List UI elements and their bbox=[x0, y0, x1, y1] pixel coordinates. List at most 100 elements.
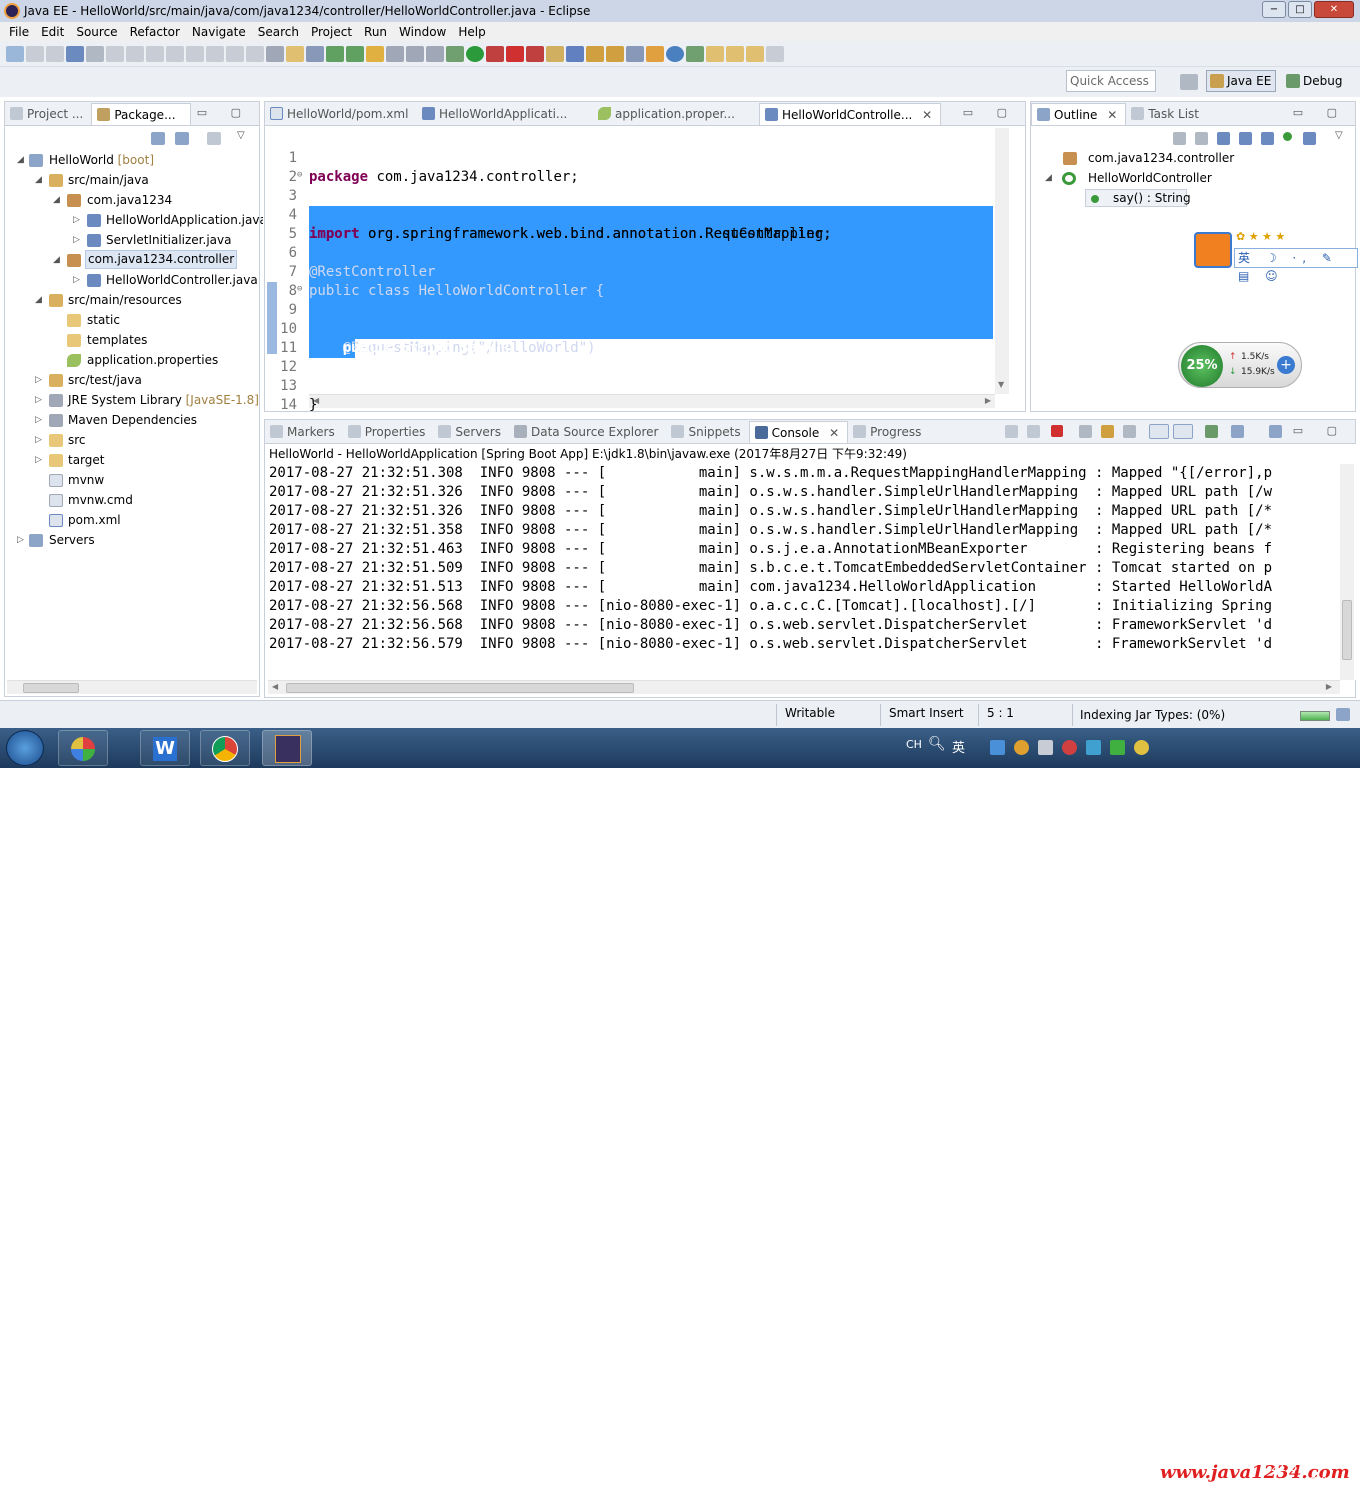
menu-window[interactable]: Window bbox=[393, 25, 452, 39]
minimize-button[interactable]: − bbox=[1262, 1, 1286, 18]
skip-breakpoints-icon[interactable] bbox=[106, 45, 124, 62]
open-web-browser-icon[interactable] bbox=[326, 45, 344, 62]
collapsed-arrow-icon[interactable]: ▷ bbox=[17, 530, 24, 550]
panel-minmax-icon[interactable]: ▭ ▢ bbox=[1293, 424, 1347, 437]
tree-item-src-test-java[interactable]: ▷ src/test/java bbox=[5, 370, 263, 390]
start-button[interactable] bbox=[6, 730, 44, 766]
tree-item-helloworldapplication[interactable]: ▷ HelloWorldApplication.java bbox=[5, 210, 263, 230]
hide-static-icon[interactable] bbox=[1261, 132, 1274, 145]
tab-progress[interactable]: Progress bbox=[848, 421, 929, 443]
menu-navigate[interactable]: Navigate bbox=[186, 25, 252, 39]
tab-console[interactable]: Console ✕ bbox=[748, 421, 849, 443]
tree-item-mvnw-cmd[interactable]: mvnw.cmd bbox=[5, 490, 263, 510]
expanded-arrow-icon[interactable]: ◢ bbox=[1045, 168, 1052, 188]
tree-item-servletinitializer[interactable]: ▷ ServletInitializer.java bbox=[5, 230, 263, 250]
step-into-icon[interactable] bbox=[206, 45, 224, 62]
taskbar-app-chrome[interactable] bbox=[200, 730, 250, 766]
tab-helloworldcontroller[interactable]: HelloWorldControlle... ✕ bbox=[759, 103, 941, 125]
collapsed-arrow-icon[interactable]: ▷ bbox=[35, 450, 42, 470]
scrollbar-thumb[interactable] bbox=[1342, 600, 1352, 660]
tray-network-icon[interactable] bbox=[1086, 740, 1101, 755]
save-all-icon[interactable] bbox=[46, 45, 64, 62]
explorer-horizontal-scrollbar[interactable] bbox=[7, 680, 257, 694]
code-editor[interactable]: 1 package com.java1234.controller; 2 3 ⊖… bbox=[266, 130, 993, 413]
scroll-down-icon[interactable]: ▼ bbox=[998, 380, 1004, 389]
panel-minmax-icon[interactable]: ▭ ▢ bbox=[197, 106, 251, 119]
pin-icon[interactable] bbox=[766, 45, 784, 62]
server-icon[interactable] bbox=[86, 45, 104, 62]
collapsed-arrow-icon[interactable]: ▷ bbox=[35, 370, 42, 390]
tab-package-explorer[interactable]: Package... bbox=[91, 103, 191, 125]
sort-icon[interactable] bbox=[1217, 132, 1230, 145]
collapsed-arrow-icon[interactable]: ▷ bbox=[35, 430, 42, 450]
tab-application-properties[interactable]: application.proper... bbox=[593, 103, 759, 125]
folder-icon[interactable] bbox=[646, 45, 664, 62]
tray-ime[interactable]: 英 bbox=[952, 737, 965, 756]
close-tab-icon[interactable]: ✕ bbox=[1107, 108, 1117, 122]
collapsed-arrow-icon[interactable]: ▷ bbox=[73, 210, 80, 230]
save-icon[interactable] bbox=[26, 45, 44, 62]
collapsed-arrow-icon[interactable]: ▷ bbox=[35, 410, 42, 430]
collapsed-arrow-icon[interactable]: ▷ bbox=[73, 270, 80, 290]
fold-icon[interactable]: ⊖ bbox=[297, 166, 302, 185]
open-type-icon[interactable] bbox=[346, 45, 364, 62]
tree-item-static[interactable]: static bbox=[5, 310, 263, 330]
ime-toolbar[interactable]: 英 ☽ ·, ✎ ▤ ☺ bbox=[1234, 248, 1358, 283]
open-perspective-icon[interactable] bbox=[1180, 74, 1198, 90]
tray-language[interactable]: CH bbox=[906, 738, 922, 751]
tray-antivirus-icon[interactable] bbox=[1062, 740, 1077, 755]
taskbar-app-wps[interactable]: W bbox=[140, 730, 190, 766]
tab-outline[interactable]: Outline ✕ bbox=[1031, 103, 1127, 125]
system-clock[interactable]: 21:33 2017/8/27 星期日 bbox=[1238, 1459, 1338, 1507]
tray-search-icon[interactable]: 🔍︎ bbox=[928, 736, 946, 752]
outline-item-method[interactable]: say() : String bbox=[1031, 188, 1355, 208]
display-selected-console-icon[interactable] bbox=[1231, 425, 1244, 438]
word-wrap-icon[interactable] bbox=[1123, 425, 1136, 438]
view-menu-icon[interactable]: ▽ bbox=[1335, 130, 1343, 141]
tree-item-helloworld[interactable]: ◢ HelloWorld [boot] bbox=[5, 150, 263, 170]
open-task-icon[interactable] bbox=[586, 45, 604, 62]
tree-item-maven-dependencies[interactable]: ▷ Maven Dependencies bbox=[5, 410, 263, 430]
tree-item-target[interactable]: ▷ target bbox=[5, 450, 263, 470]
tray-shield-icon[interactable] bbox=[1110, 740, 1125, 755]
open-console-icon[interactable] bbox=[1269, 425, 1282, 438]
tree-item-servers[interactable]: ▷ Servers bbox=[5, 530, 263, 550]
expanded-arrow-icon[interactable]: ◢ bbox=[35, 170, 42, 190]
new-icon[interactable] bbox=[6, 45, 24, 62]
tree-item-helloworldcontroller[interactable]: ▷ HelloWorldController.java bbox=[5, 270, 263, 290]
console-horizontal-scrollbar[interactable]: ◀ ▶ bbox=[268, 680, 1340, 694]
editor-horizontal-scrollbar[interactable]: ◀ ▶ bbox=[309, 394, 995, 408]
clear-console-icon[interactable] bbox=[1079, 425, 1092, 438]
tray-plus-icon[interactable] bbox=[1134, 740, 1149, 755]
run-icon[interactable] bbox=[466, 45, 484, 62]
accelerate-button[interactable]: + bbox=[1277, 356, 1295, 374]
focus-icon[interactable] bbox=[207, 132, 221, 145]
expanded-arrow-icon[interactable]: ◢ bbox=[53, 190, 60, 210]
tray-app-icon[interactable] bbox=[990, 740, 1005, 755]
scroll-left-icon[interactable]: ◀ bbox=[272, 682, 278, 691]
hide-non-public-icon[interactable] bbox=[1283, 132, 1292, 141]
external-tools-icon[interactable] bbox=[526, 45, 544, 62]
back-icon[interactable] bbox=[726, 45, 744, 62]
menu-help[interactable]: Help bbox=[452, 25, 491, 39]
next-annotation-icon[interactable] bbox=[686, 45, 704, 62]
panel-minmax-icon[interactable]: ▭ ▢ bbox=[1293, 106, 1347, 119]
menu-refactor[interactable]: Refactor bbox=[124, 25, 186, 39]
toggle-mark-icon[interactable] bbox=[306, 45, 324, 62]
show-whitespace-icon[interactable] bbox=[426, 45, 444, 62]
search-icon[interactable] bbox=[626, 45, 644, 62]
tree-item-application-properties[interactable]: application.properties bbox=[5, 350, 263, 370]
print-icon[interactable] bbox=[66, 45, 84, 62]
expanded-arrow-icon[interactable]: ◢ bbox=[53, 250, 60, 270]
drop-frame-icon[interactable] bbox=[266, 45, 284, 62]
close-tab-icon[interactable]: ✕ bbox=[922, 108, 932, 122]
tray-browser-icon[interactable] bbox=[1014, 740, 1029, 755]
tree-item-com-java1234-controller[interactable]: ◢ com.java1234.controller bbox=[5, 250, 263, 270]
view-menu-icon[interactable]: ▽ bbox=[237, 130, 245, 141]
disconnect-icon[interactable] bbox=[186, 45, 204, 62]
tree-item-src-main-resources[interactable]: ◢ src/main/resources bbox=[5, 290, 263, 310]
tree-item-src-main-java[interactable]: ◢ src/main/java bbox=[5, 170, 263, 190]
collapsed-arrow-icon[interactable]: ▷ bbox=[73, 230, 80, 250]
close-button[interactable]: ✕ bbox=[1314, 1, 1354, 18]
ime-logo-icon[interactable] bbox=[1194, 232, 1232, 268]
